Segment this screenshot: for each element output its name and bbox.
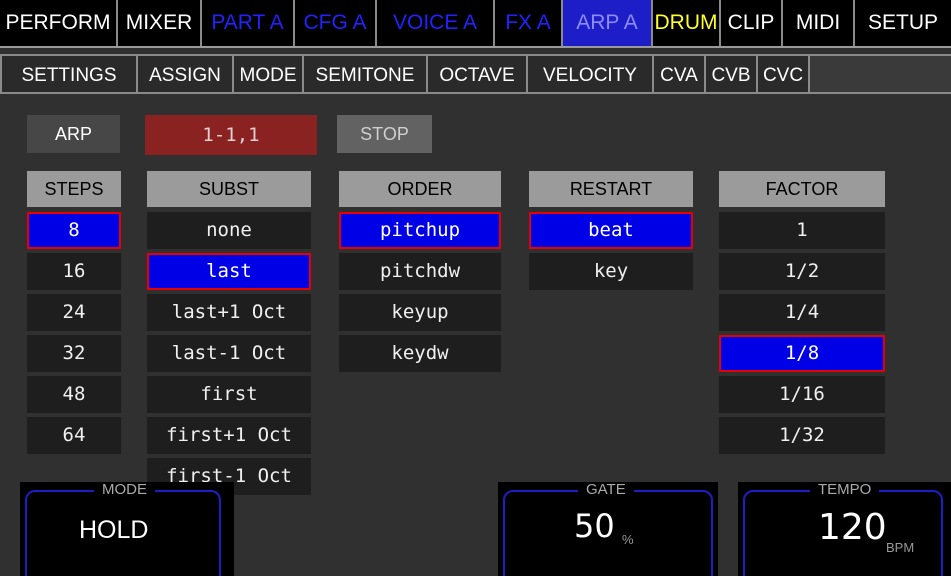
tab-voice-a[interactable]: VOICE A [377,0,495,46]
steps-option[interactable]: 32 [27,335,121,372]
order-option[interactable]: keyup [339,294,501,331]
steps-option[interactable]: 24 [27,294,121,331]
subst-option[interactable]: last-1 Oct [147,335,311,372]
stop-button[interactable]: STOP [337,115,432,153]
steps-option[interactable]: 8 [27,212,121,249]
tab-arp-a[interactable]: ARP A [563,0,653,46]
subst-option[interactable]: last+1 Oct [147,294,311,331]
tab-setup[interactable]: SETUP [855,0,951,46]
factor-option[interactable]: 1/2 [719,253,885,290]
subtab-cva[interactable]: CVA [654,54,706,94]
tempo-value: 120 [818,507,887,548]
restart-option[interactable]: beat [529,212,693,249]
factor-option[interactable]: 1/8 [719,335,885,372]
subtab-settings[interactable]: SETTINGS [0,54,138,94]
subtab-velocity[interactable]: VELOCITY [528,54,654,94]
factor-option[interactable]: 1/16 [719,376,885,413]
factor-option[interactable]: 1/32 [719,417,885,454]
steps-option[interactable]: 64 [27,417,121,454]
gate-unit: % [622,532,634,547]
tab-perform[interactable]: PERFORM [0,0,118,46]
tempo-panel[interactable]: TEMPO 120 BPM [738,482,951,576]
arp-label: ARP [27,115,120,153]
steps-option[interactable]: 48 [27,376,121,413]
sub-tab-bar: SETTINGS ASSIGN MODE SEMITONE OCTAVE VEL… [0,54,951,94]
gate-title: GATE [578,482,634,498]
subtab-octave[interactable]: OCTAVE [428,54,528,94]
position-display: 1-1,1 [145,115,317,155]
subtab-filler [810,54,951,94]
steps-header: STEPS [27,171,121,207]
mode-value: HOLD [79,516,149,544]
factor-option[interactable]: 1/4 [719,294,885,331]
factor-option[interactable]: 1 [719,212,885,249]
tab-midi[interactable]: MIDI [783,0,855,46]
tab-cfg-a[interactable]: CFG A [295,0,377,46]
tempo-title: TEMPO [810,482,880,498]
subst-option[interactable]: none [147,212,311,249]
order-header: ORDER [339,171,501,207]
tab-clip[interactable]: CLIP [721,0,783,46]
steps-option[interactable]: 16 [27,253,121,290]
gate-value: 50 [574,507,615,545]
subtab-cvb[interactable]: CVB [706,54,758,94]
subst-option[interactable]: last [147,253,311,290]
mode-title: MODE [94,482,155,498]
subtab-cvc[interactable]: CVC [758,54,810,94]
subst-option[interactable]: first [147,376,311,413]
tab-fx-a[interactable]: FX A [495,0,563,46]
restart-header: RESTART [529,171,693,207]
factor-header: FACTOR [719,171,885,207]
order-option[interactable]: pitchdw [339,253,501,290]
tab-mixer[interactable]: MIXER [118,0,202,46]
subst-option[interactable]: first+1 Oct [147,417,311,454]
tempo-unit: BPM [886,540,915,555]
subtab-semitone[interactable]: SEMITONE [304,54,428,94]
subtab-assign[interactable]: ASSIGN [138,54,234,94]
mode-panel[interactable]: MODE HOLD [20,482,234,576]
subst-header: SUBST [147,171,311,207]
subtab-mode[interactable]: MODE [234,54,304,94]
gate-panel[interactable]: GATE 50 % [498,482,718,576]
tab-drum[interactable]: DRUM [653,0,721,46]
top-tab-bar: PERFORM MIXER PART A CFG A VOICE A FX A … [0,0,951,48]
restart-option[interactable]: key [529,253,693,290]
order-option[interactable]: pitchup [339,212,501,249]
tab-part-a[interactable]: PART A [202,0,295,46]
order-option[interactable]: keydw [339,335,501,372]
